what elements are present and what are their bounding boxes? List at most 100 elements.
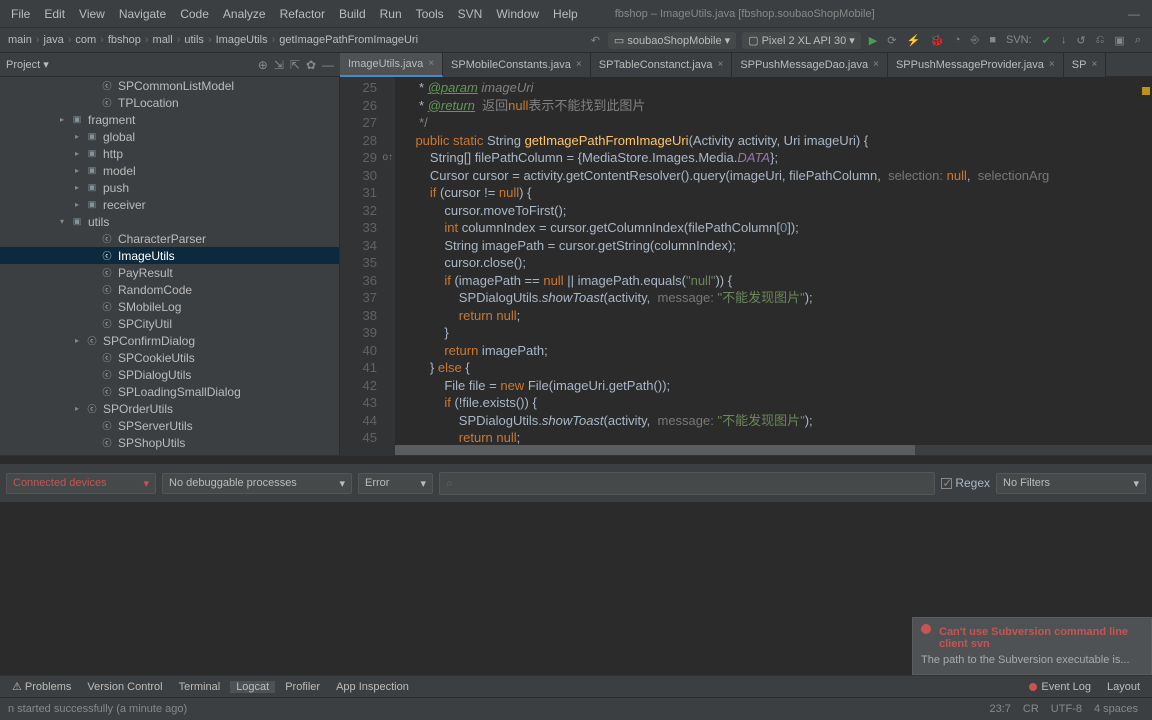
breadcrumb-item[interactable]: main — [6, 34, 34, 46]
menu-svn[interactable]: SVN — [451, 7, 490, 21]
event-log-tab[interactable]: Event Log — [1023, 681, 1097, 693]
editor-tab[interactable]: SP× — [1064, 53, 1107, 77]
caret-position[interactable]: 23:7 — [983, 703, 1016, 715]
tree-node[interactable]: ⓒSPLoadingSmallDialog — [0, 383, 339, 400]
svn-update-icon[interactable]: ↓ — [1056, 34, 1072, 46]
process-select[interactable]: No debuggable processes▾ — [162, 473, 352, 494]
editor-tab[interactable]: SPPushMessageDao.java× — [732, 53, 888, 77]
close-icon[interactable]: × — [1049, 59, 1055, 70]
project-view-select[interactable]: Project ▾ — [6, 58, 49, 71]
breadcrumb-item[interactable]: mall — [151, 34, 175, 46]
minimize-button[interactable]: — — [1120, 7, 1148, 21]
collapse-all-icon[interactable]: ⇲ — [274, 58, 284, 72]
code-area[interactable]: * @param imageUri * @return 返回null表示不能找到… — [395, 77, 1152, 455]
tool-tab-app-inspection[interactable]: App Inspection — [330, 681, 415, 693]
tree-node[interactable]: ▸▣global — [0, 128, 339, 145]
breadcrumb-item[interactable]: com — [73, 34, 98, 46]
log-level-select[interactable]: Error▾ — [358, 473, 433, 494]
line-ending[interactable]: CR — [1017, 703, 1045, 715]
tree-node[interactable]: ▾▣utils — [0, 213, 339, 230]
regex-checkbox[interactable]: ✓Regex — [941, 476, 990, 490]
tree-node[interactable]: ⓒCharacterParser — [0, 230, 339, 247]
tool-tab-profiler[interactable]: Profiler — [279, 681, 326, 693]
svn-history-icon[interactable]: ↺ — [1071, 34, 1090, 47]
menu-view[interactable]: View — [72, 7, 112, 21]
search-icon[interactable]: ⌕ — [1130, 34, 1146, 47]
layout-tab[interactable]: Layout — [1101, 681, 1146, 693]
run-config-device[interactable]: ▢ Pixel 2 XL API 30 ▾ — [742, 32, 861, 49]
hide-icon[interactable]: — — [322, 58, 334, 72]
sync-icon[interactable]: ⎌ — [1091, 34, 1110, 47]
tree-node[interactable]: ⓒSPServerUtils — [0, 417, 339, 434]
notification-popup[interactable]: Can't use Subversion command line client… — [912, 617, 1152, 675]
close-icon[interactable]: × — [576, 59, 582, 70]
menu-build[interactable]: Build — [332, 7, 373, 21]
project-tree[interactable]: ⓒSPCommonListModelⓒTPLocation▸▣fragment▸… — [0, 77, 340, 455]
breadcrumb-item[interactable]: ImageUtils — [214, 34, 270, 46]
breadcrumb-item[interactable]: fbshop — [106, 34, 143, 46]
device-select[interactable]: Connected devices▾ — [6, 473, 156, 494]
tool-tab-problems[interactable]: ⚠ Problems — [6, 680, 77, 693]
warning-marker[interactable] — [1142, 87, 1150, 95]
menu-help[interactable]: Help — [546, 7, 585, 21]
menu-refactor[interactable]: Refactor — [273, 7, 332, 21]
editor-tab[interactable]: SPTableConstanct.java× — [591, 53, 733, 77]
tree-node[interactable]: ⓒSMobileLog — [0, 298, 339, 315]
horizontal-scrollbar[interactable] — [395, 445, 1152, 455]
menu-window[interactable]: Window — [489, 7, 546, 21]
log-search-input[interactable]: ⌕ — [439, 472, 935, 495]
close-icon[interactable]: × — [428, 58, 434, 69]
error-stripe[interactable] — [1140, 77, 1152, 455]
menu-run[interactable]: Run — [373, 7, 409, 21]
rerun-button[interactable]: ⟳ — [882, 34, 901, 47]
tree-node[interactable]: ⓒPayResult — [0, 264, 339, 281]
back-icon[interactable]: ↶ — [586, 34, 605, 47]
menu-file[interactable]: File — [4, 7, 37, 21]
tree-node[interactable]: ⓒTPLocation — [0, 94, 339, 111]
editor-tab[interactable]: SPPushMessageProvider.java× — [888, 53, 1064, 77]
svn-commit-icon[interactable]: ✔ — [1037, 34, 1056, 47]
expand-all-icon[interactable]: ⇱ — [290, 58, 300, 72]
tree-node[interactable]: ⓒImageUtils — [0, 247, 339, 264]
attach-button[interactable]: ⎆ — [966, 34, 985, 47]
tree-node[interactable]: ▸ⓒSPConfirmDialog — [0, 332, 339, 349]
menu-navigate[interactable]: Navigate — [112, 7, 173, 21]
tree-node[interactable]: ▸▣push — [0, 179, 339, 196]
tree-node[interactable]: ⓒSPCookieUtils — [0, 349, 339, 366]
tree-node[interactable]: ▸▣receiver — [0, 196, 339, 213]
tree-node[interactable]: ⓒRandomCode — [0, 281, 339, 298]
tree-node[interactable]: ▸▣fragment — [0, 111, 339, 128]
breadcrumb-item[interactable]: getImagePathFromImageUri — [277, 34, 420, 46]
override-icon[interactable]: o↑ — [382, 149, 393, 167]
apply-changes-icon[interactable]: ⚡ — [901, 34, 925, 47]
tree-node[interactable]: ⓒSPShopUtils — [0, 434, 339, 451]
tree-node[interactable]: ⓒSPCityUtil — [0, 315, 339, 332]
close-icon[interactable]: × — [873, 59, 879, 70]
tool-tab-logcat[interactable]: Logcat — [230, 681, 275, 693]
avd-icon[interactable]: ▣ — [1109, 34, 1129, 47]
run-button[interactable]: ▶ — [864, 34, 882, 47]
settings-icon[interactable]: ✿ — [306, 58, 316, 72]
tree-node[interactable]: ▸▣http — [0, 145, 339, 162]
editor-tab[interactable]: SPMobileConstants.java× — [443, 53, 591, 77]
menu-code[interactable]: Code — [173, 7, 216, 21]
breadcrumb-item[interactable]: java — [42, 34, 66, 46]
tree-node[interactable]: ▸ⓒSPOrderUtils — [0, 400, 339, 417]
select-opened-icon[interactable]: ⊕ — [258, 58, 268, 72]
debug-button[interactable]: 🐞 — [925, 34, 949, 47]
filter-select[interactable]: No Filters▾ — [996, 473, 1146, 494]
editor-tab[interactable]: ImageUtils.java× — [340, 53, 443, 77]
menu-tools[interactable]: Tools — [409, 7, 451, 21]
tree-node[interactable]: ▸▣model — [0, 162, 339, 179]
indent[interactable]: 4 spaces — [1088, 703, 1144, 715]
menu-analyze[interactable]: Analyze — [216, 7, 273, 21]
close-icon[interactable]: × — [1091, 59, 1097, 70]
close-icon[interactable]: × — [717, 59, 723, 70]
tool-tab-terminal[interactable]: Terminal — [173, 681, 227, 693]
tree-node[interactable]: ⓒSPDialogUtils — [0, 366, 339, 383]
run-config-module[interactable]: ▭ soubaoShopMobile ▾ — [608, 32, 736, 49]
menu-edit[interactable]: Edit — [37, 7, 72, 21]
code-editor[interactable]: 2526272829303132333435363738394041424344… — [340, 77, 1152, 455]
tool-tab-version-control[interactable]: Version Control — [81, 681, 168, 693]
encoding[interactable]: UTF-8 — [1045, 703, 1088, 715]
